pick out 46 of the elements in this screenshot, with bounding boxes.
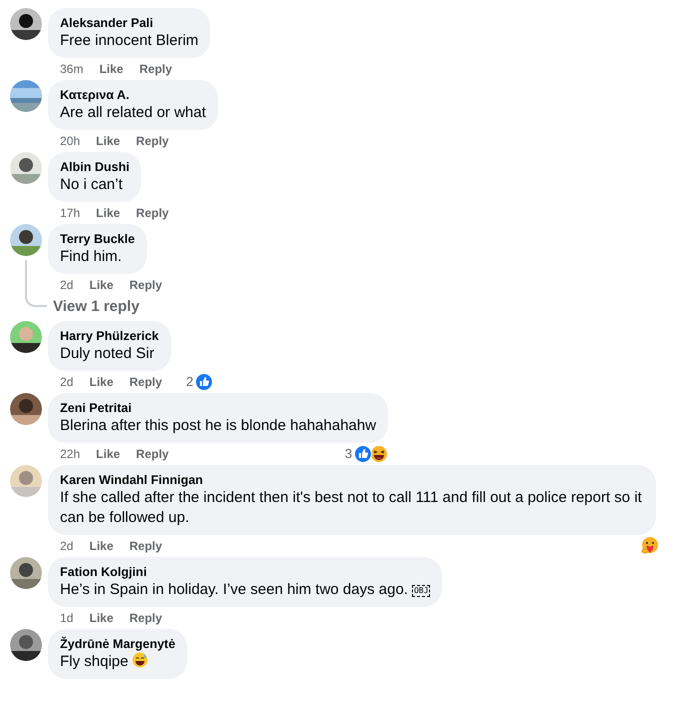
like-link[interactable]: Like [89, 609, 114, 627]
reply-link[interactable]: Reply [129, 609, 162, 627]
comment-text: If she called after the incident then it's best not to call 111 and fill out a police report so it can be followed up. [60, 489, 642, 526]
reaction-count: 3 [344, 445, 352, 464]
like-link[interactable]: Like [96, 445, 120, 463]
reaction-count: 2 [186, 373, 194, 392]
reply-link[interactable]: Reply [129, 373, 162, 391]
comment-text: Free innocent Blerim [60, 32, 198, 49]
author-name[interactable]: Žydrūnė Margenytė [60, 636, 176, 652]
reply-link[interactable]: Reply [136, 132, 169, 150]
comment-text: Blerina after this post he is blonde hahahahahw [60, 417, 376, 434]
comment-time: 2d [60, 277, 74, 294]
comment-time: 36m [60, 61, 84, 78]
comment-text: Are all related or what [60, 104, 206, 121]
comment-text: He’s in Spain in holiday. I’ve seen him two days ago. [60, 581, 408, 598]
comment-time: 22h [60, 446, 80, 463]
object-placeholder-symbol: OBJ [412, 585, 430, 597]
author-name[interactable]: Κατερινα Α. [60, 87, 206, 103]
view-replies-link[interactable]: View 1 reply [53, 297, 140, 317]
comment-text: Fly shqipe [60, 653, 128, 670]
author-name[interactable]: Harry Phülzerick [60, 328, 159, 344]
like-link[interactable]: Like [89, 373, 114, 391]
like-link[interactable]: Like [96, 204, 120, 222]
comment-text: No i can’t [60, 176, 123, 193]
comment-time: 1d [60, 610, 74, 627]
comment-text: Duly noted Sir [60, 345, 154, 362]
reply-link[interactable]: Reply [139, 60, 172, 78]
reply-link[interactable]: Reply [136, 204, 169, 222]
comment-time: 17h [60, 205, 80, 222]
like-link[interactable]: Like [99, 60, 124, 78]
comment-time: 2d [60, 538, 74, 555]
reply-link[interactable]: Reply [129, 276, 162, 294]
comment-text: Find him. [60, 248, 122, 265]
reply-link[interactable]: Reply [136, 445, 169, 463]
comment-time: 2d [60, 374, 74, 391]
like-link[interactable]: Like [96, 132, 120, 150]
comment-time: 20h [60, 133, 80, 150]
like-link[interactable]: Like [89, 276, 114, 294]
author-name[interactable]: Zeni Petritai [60, 400, 376, 416]
author-name[interactable]: Terry Buckle [60, 231, 135, 247]
author-name[interactable]: Karen Windahl Finnigan [60, 472, 644, 488]
author-name[interactable]: Fation Kolgjini [60, 564, 430, 580]
author-name[interactable]: Aleksander Pali [60, 15, 198, 31]
like-link[interactable]: Like [89, 537, 114, 555]
reply-link[interactable]: Reply [129, 537, 162, 555]
author-name[interactable]: Albin Dushi [60, 159, 130, 175]
